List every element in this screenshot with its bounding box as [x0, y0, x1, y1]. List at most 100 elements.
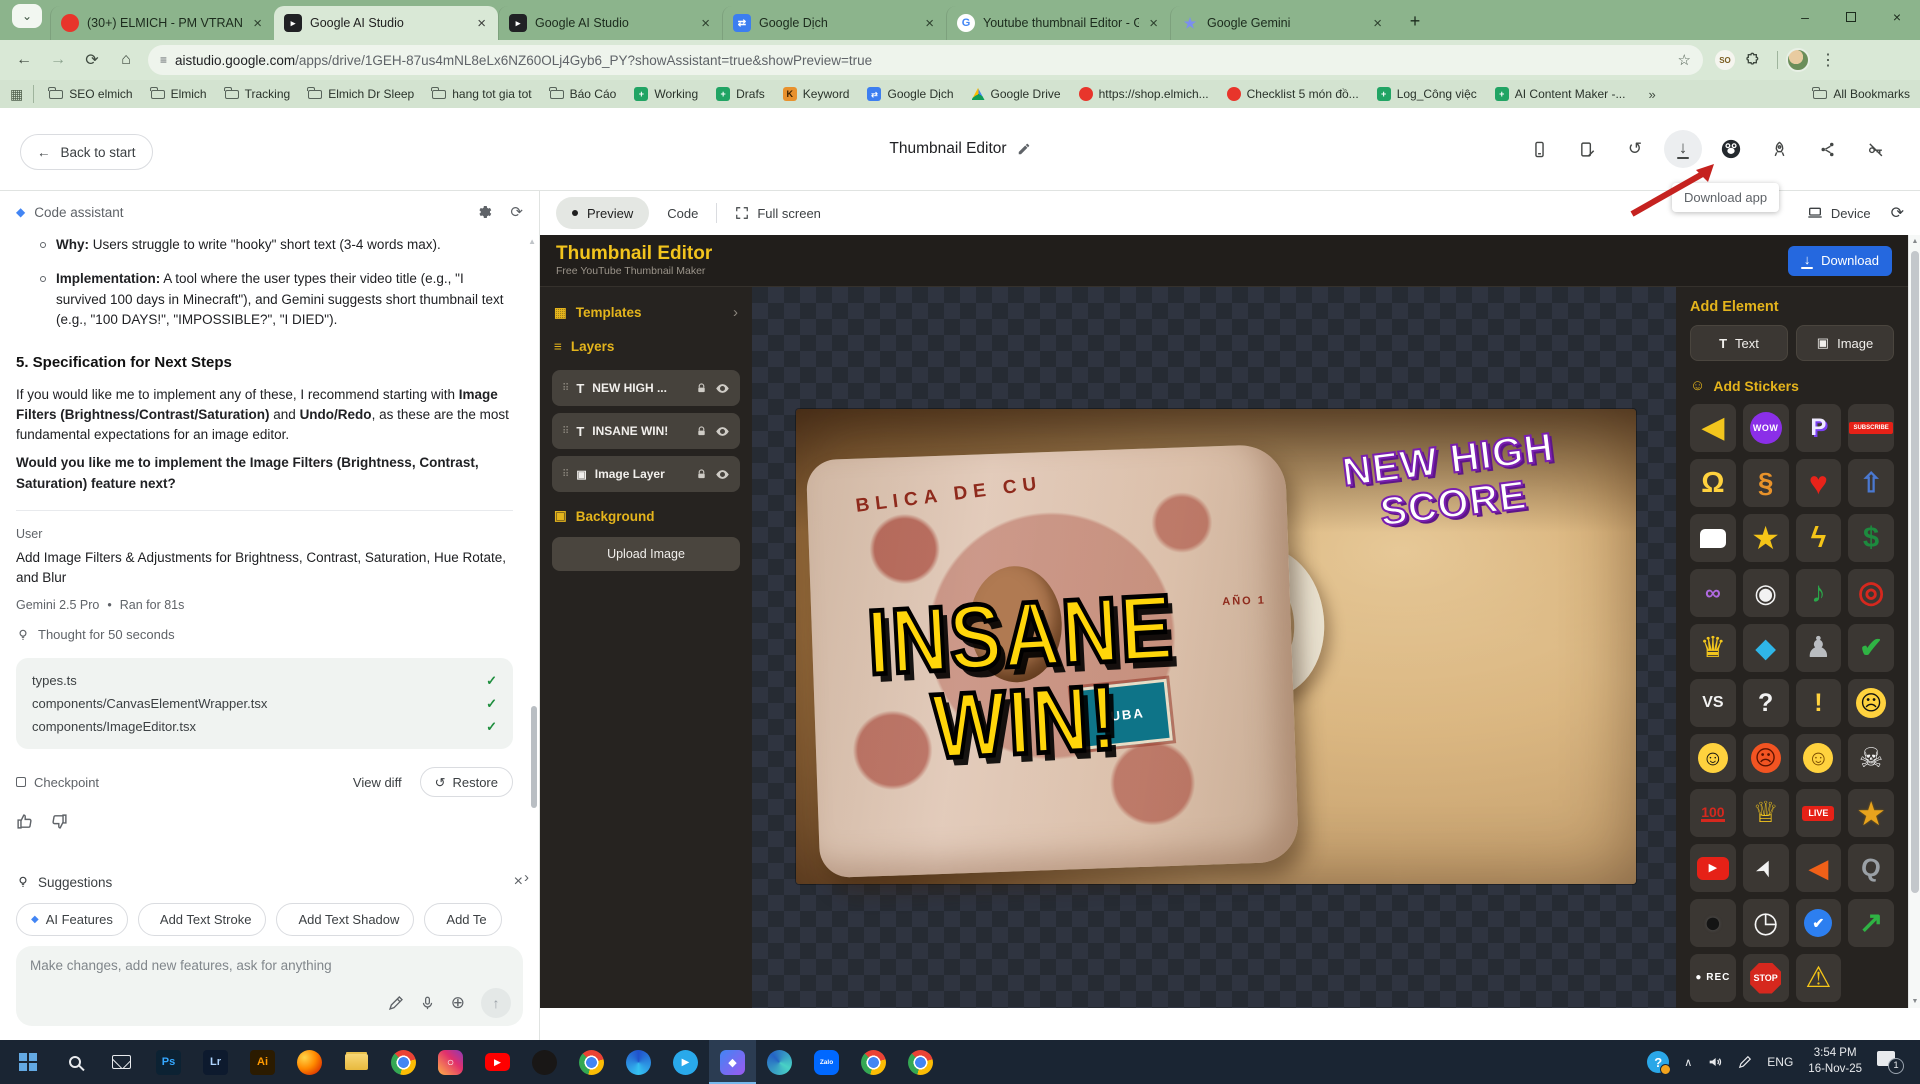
app-details-icon[interactable] [1520, 130, 1558, 168]
firefox-app-icon[interactable] [286, 1040, 333, 1084]
bookmark-item[interactable]: hang tot gia tot [423, 87, 540, 101]
smirk-emoji-sticker[interactable]: ☺ [1690, 734, 1736, 782]
thought-row[interactable]: Thought for 50 seconds [16, 625, 513, 645]
crown-sticker[interactable]: ♛ [1690, 624, 1736, 672]
edge-app-icon-2[interactable] [756, 1040, 803, 1084]
canvas-text-insane-win[interactable]: INSANE WIN! [850, 582, 1195, 774]
pen-tray-icon[interactable] [1738, 1055, 1752, 1069]
bookmark-item[interactable]: Elmich Dr Sleep [299, 87, 423, 101]
verified-badge-sticker[interactable]: ✔ [1796, 899, 1842, 947]
start-button[interactable] [4, 1040, 51, 1084]
skull-sticker[interactable]: ☠ [1848, 734, 1894, 782]
thumbnail-dark-forest[interactable] [649, 644, 740, 699]
upload-image-button[interactable]: Upload Image [552, 537, 740, 571]
home-icon[interactable]: ⌂ [110, 44, 142, 76]
search-button[interactable] [51, 1040, 98, 1084]
live-badge-sticker[interactable]: LIVE [1796, 789, 1842, 837]
tab-close-icon[interactable]: × [699, 15, 712, 32]
all-bookmarks-button[interactable]: All Bookmarks [1813, 87, 1910, 101]
extensions-puzzle-icon[interactable] [1737, 44, 1769, 76]
suggestion-chip[interactable]: ◆ AI Features [16, 903, 128, 936]
browser-menu-icon[interactable]: ⋮ [1812, 44, 1844, 76]
ribbon-medal-sticker[interactable]: § [1743, 459, 1789, 507]
editor-canvas[interactable]: BLICA DE CU AÑO 1 CUBA NEW HIGH SCORE IN… [752, 287, 1676, 1008]
heart-sticker[interactable]: ♥ [1796, 459, 1842, 507]
illustrator-app-icon[interactable]: Ai [239, 1040, 286, 1084]
bookmark-item[interactable]: + Log_Công việc [1368, 87, 1486, 101]
layer-row-image[interactable]: ⠿ ▣ Image Layer [552, 456, 740, 492]
chrome-app-icon-4[interactable] [897, 1040, 944, 1084]
bookmark-item[interactable]: ⇄ Google Dịch [858, 87, 962, 101]
music-note-sticker[interactable]: ♪ [1796, 569, 1842, 617]
layer-row-new-high[interactable]: ⠿ T NEW HIGH ... [552, 370, 740, 406]
lock-icon[interactable] [696, 469, 707, 480]
trending-up-sticker[interactable]: ↗ [1848, 899, 1894, 947]
visibility-eye-icon[interactable] [715, 467, 730, 482]
angry-emoji-sticker[interactable]: ☹ [1743, 734, 1789, 782]
suggestions-close-icon[interactable]: × [514, 873, 523, 891]
photoshop-app-icon[interactable]: Ps [145, 1040, 192, 1084]
thumbnail-mountain-peak[interactable] [649, 766, 740, 821]
preview-refresh-icon[interactable]: ⟳ [1891, 203, 1904, 223]
templates-section-button[interactable]: ▦ Templates › [552, 295, 740, 330]
bell-sticker[interactable]: Ω [1690, 459, 1736, 507]
thumbs-up-sticker[interactable]: ⇧ [1848, 459, 1894, 507]
tab-code[interactable]: Code [667, 206, 698, 221]
bookmarks-overflow-icon[interactable]: » [1648, 87, 1655, 102]
question-mark-sticker[interactable]: ? [1743, 679, 1789, 727]
scroll-up-arrow[interactable]: ▲ [528, 237, 536, 246]
send-button[interactable]: ↑ [481, 988, 511, 1018]
zalo-app-icon[interactable]: Zalo [803, 1040, 850, 1084]
bookmark-item[interactable]: SEO elmich [40, 87, 141, 101]
layer-row-insane-win[interactable]: ⠿ T INSANE WIN! [552, 413, 740, 449]
bookmark-item[interactable]: Checklist 5 món đồ... [1218, 87, 1368, 101]
visibility-eye-icon[interactable] [715, 424, 730, 439]
add-attachment-icon[interactable]: ⊕ [451, 993, 465, 1013]
camera-sticker[interactable]: ◉ [1743, 569, 1789, 617]
bookmark-item[interactable]: https://shop.elmich... [1070, 87, 1218, 101]
chrome-app-icon-3[interactable] [850, 1040, 897, 1084]
maximize-button[interactable] [1828, 0, 1874, 34]
speech-bubble-sticker[interactable] [1690, 514, 1736, 562]
language-indicator[interactable]: ENG [1767, 1055, 1793, 1069]
edit-title-icon[interactable] [1017, 142, 1031, 156]
thumbs-down-icon[interactable] [51, 813, 68, 830]
tab-close-icon[interactable]: × [475, 15, 488, 32]
instagram-app-icon[interactable]: ○ [427, 1040, 474, 1084]
tab-google-dich[interactable]: ⇄ Google Dịch × [722, 6, 946, 40]
bookmark-item[interactable]: Google Drive [963, 87, 1070, 101]
url-field[interactable]: ≡ aistudio.google.com/apps/drive/1GEH-87… [148, 45, 1703, 75]
cursor-sticker[interactable]: ➤ [1743, 844, 1789, 892]
api-key-icon[interactable] [1856, 130, 1894, 168]
settings-gear-icon[interactable] [476, 204, 492, 220]
file-explorer-icon[interactable] [333, 1040, 380, 1084]
star-sticker[interactable]: ★ [1743, 514, 1789, 562]
tab-google-gemini[interactable]: ★ Google Gemini × [1170, 6, 1394, 40]
edge-app-icon[interactable] [615, 1040, 662, 1084]
new-tab-button[interactable]: + [1400, 6, 1430, 36]
restore-button[interactable]: ↺Restore [420, 767, 513, 797]
reload-icon[interactable]: ⟳ [76, 44, 108, 76]
forward-icon[interactable]: → [42, 44, 74, 76]
diamond-sticker[interactable]: ◆ [1743, 624, 1789, 672]
lightning-sticker[interactable]: ϟ [1796, 514, 1842, 562]
thumbnail-black-goat[interactable] [649, 705, 740, 760]
thumbs-up-icon[interactable] [16, 813, 33, 830]
exclamation-sticker[interactable]: ! [1796, 679, 1842, 727]
tab-google-ai-studio[interactable]: ▸ Google AI Studio × [498, 6, 722, 40]
scroll-down-arrow[interactable]: ▼ [1909, 998, 1920, 1005]
suggestion-chip[interactable]: Add Te [424, 903, 501, 936]
dollar-sticker[interactable]: $ [1848, 514, 1894, 562]
help-tray-icon[interactable]: ? [1647, 1051, 1669, 1073]
download-thumbnail-button[interactable]: ↓ Download [1788, 246, 1892, 276]
preview-scrollbar[interactable]: ▲ ▼ [1908, 235, 1920, 1008]
subscribe-badge-sticker[interactable]: SUBSCRIBE [1848, 404, 1894, 452]
site-settings-icon[interactable]: ≡ [160, 53, 167, 67]
apps-grid-icon[interactable]: ▦ [10, 86, 23, 103]
bookmark-item[interactable]: + Working [625, 87, 707, 101]
edit-note-icon[interactable] [1568, 130, 1606, 168]
stop-sign-sticker[interactable]: STOP [1743, 954, 1789, 1002]
pedestal-sticker[interactable]: ♟ [1796, 624, 1842, 672]
assistant-refresh-icon[interactable]: ⟳ [510, 203, 523, 221]
mic-icon[interactable] [420, 996, 435, 1011]
